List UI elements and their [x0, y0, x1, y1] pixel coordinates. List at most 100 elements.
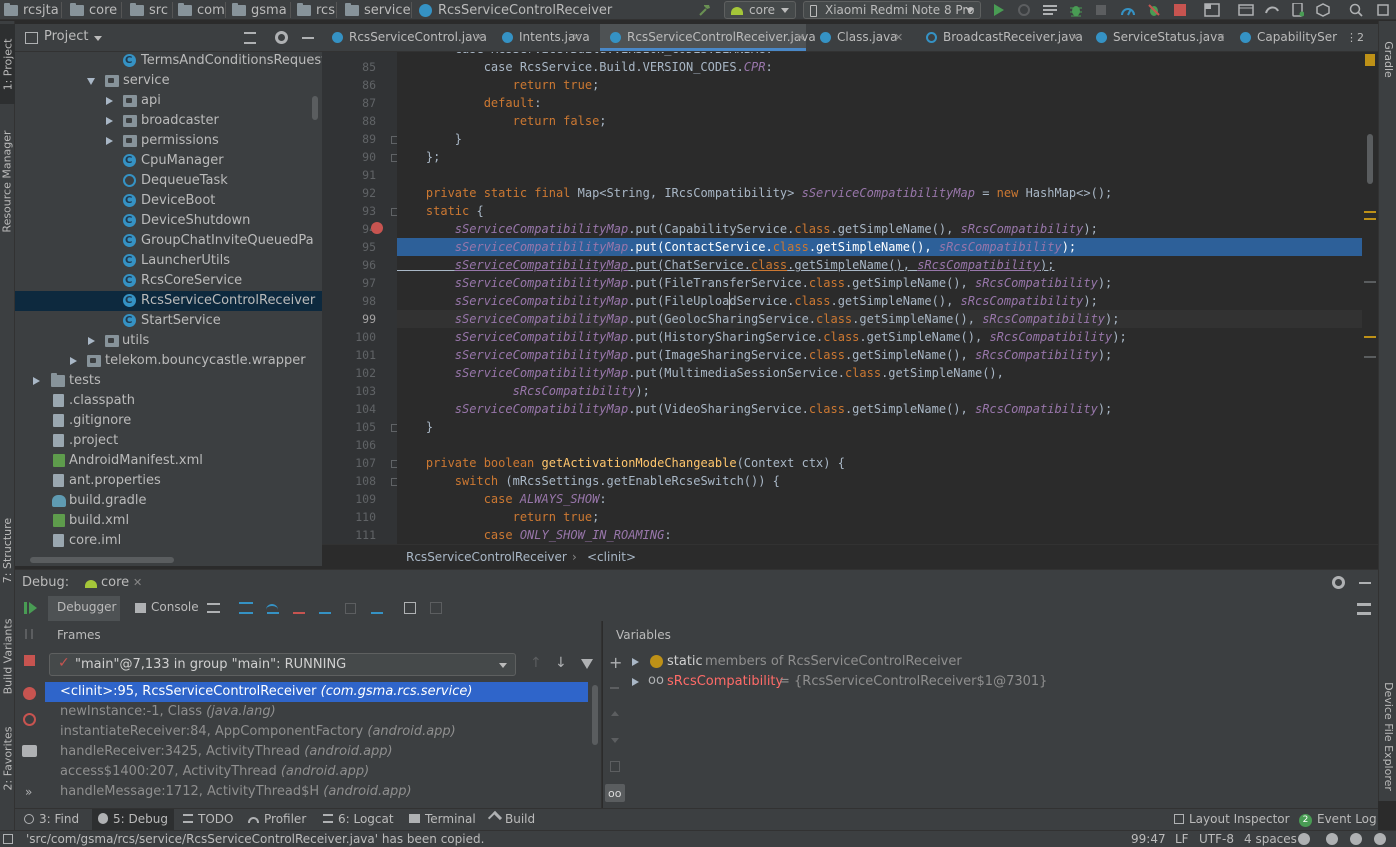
attach-debugger-icon[interactable] — [1092, 0, 1110, 20]
hidden-tabs-button[interactable]: ⋮2 — [1346, 24, 1378, 51]
step-out-icon[interactable] — [319, 602, 331, 614]
stop-icon[interactable] — [24, 655, 35, 666]
resume-icon[interactable] — [24, 602, 27, 614]
tab-rcsservicecontrol[interactable]: RcsServiceControl.java ✕ — [322, 24, 492, 51]
tree-item[interactable]: telekom.bouncycastle.wrapper — [15, 351, 322, 371]
gear-icon[interactable] — [1332, 576, 1345, 589]
tab-gradle[interactable]: Gradle — [1379, 29, 1396, 89]
tab-terminal[interactable]: Terminal — [409, 809, 476, 830]
gear-icon[interactable] — [275, 31, 288, 44]
tree-item[interactable]: service — [15, 71, 322, 91]
tree-item[interactable]: build.xml — [15, 511, 322, 531]
tab-rcsservicecontrolreceiver[interactable]: RcsServiceControlReceiver.java ✕ — [600, 24, 816, 51]
thread-select[interactable]: ✓ "main"@7,133 in group "main": RUNNING — [49, 653, 516, 676]
tab-profiler[interactable]: Profiler — [248, 809, 306, 830]
breadcrumb-class[interactable]: RcsServiceControlReceiver — [419, 0, 612, 20]
breadcrumb-rcs[interactable]: rcs — [297, 0, 335, 20]
frame-row[interactable]: instantiateReceiver:84, AppComponentFact… — [45, 722, 588, 742]
line-separator[interactable]: LF — [1175, 831, 1189, 847]
chevron-right-icon[interactable] — [106, 117, 113, 125]
more-icon[interactable]: » — [25, 785, 32, 799]
hammer-build-icon[interactable] — [695, 0, 715, 20]
breadcrumb-class[interactable]: RcsServiceControlReceiver — [406, 545, 567, 569]
tree-item[interactable]: build.gradle — [15, 491, 322, 511]
tree-item[interactable]: CpuManager — [15, 151, 322, 171]
tree-item[interactable]: GroupChatInviteQueuedPa — [15, 231, 322, 251]
face-icon[interactable] — [1350, 833, 1362, 845]
close-icon[interactable]: ✕ — [572, 24, 581, 51]
step-into-icon[interactable] — [267, 602, 279, 614]
chevron-right-icon[interactable] — [33, 377, 40, 385]
notifications-icon[interactable] — [1374, 833, 1386, 845]
chevron-right-icon[interactable] — [632, 678, 639, 686]
face-icon[interactable] — [1326, 833, 1338, 845]
apply-code-changes-icon[interactable] — [1041, 0, 1059, 20]
smiley-icon[interactable] — [1298, 833, 1310, 845]
copy-icon[interactable] — [610, 761, 620, 772]
sync-gradle-icon[interactable] — [1263, 0, 1281, 20]
tree-item[interactable]: DequeueTask — [15, 171, 322, 191]
breadcrumb-core[interactable]: core — [70, 0, 117, 20]
breadcrumb-service[interactable]: service — [345, 0, 411, 20]
close-icon[interactable]: ✕ — [133, 576, 142, 589]
camera-icon[interactable] — [22, 745, 37, 757]
trace-icon[interactable] — [430, 602, 442, 614]
chevron-right-icon[interactable] — [70, 357, 77, 365]
git-icon[interactable] — [1374, 0, 1392, 20]
tab-event-log[interactable]: 2 Event Log — [1299, 809, 1377, 830]
tab-project[interactable]: 1: Project — [0, 24, 15, 104]
apply-changes-icon[interactable] — [1015, 0, 1033, 20]
editor-marker-bar[interactable] — [1362, 52, 1378, 544]
tree-item[interactable]: .classpath — [15, 391, 322, 411]
frame-row[interactable]: access$1400:207, ActivityThread (android… — [45, 762, 588, 782]
tab-find[interactable]: 3: Find — [24, 809, 79, 830]
tab-layout-inspector[interactable]: Layout Inspector — [1174, 809, 1290, 830]
arrow-down-icon[interactable]: ↓ — [555, 655, 567, 671]
device-select[interactable]: Xiaomi Redmi Note 8 Pro — [803, 1, 981, 19]
tree-item[interactable]: DeviceShutdown — [15, 211, 322, 231]
tab-servicestatus[interactable]: ServiceStatus.java ✕ — [1086, 24, 1232, 51]
chevron-down-icon[interactable] — [87, 78, 95, 85]
layout-inspector-toolbar-icon[interactable] — [1314, 0, 1332, 20]
chevron-right-icon[interactable] — [106, 137, 113, 145]
frame-row[interactable]: newInstance:-1, Class (java.lang) — [45, 702, 588, 722]
move-down-icon[interactable] — [611, 738, 619, 743]
toggle-tool-windows-icon[interactable] — [3, 834, 13, 844]
vertical-scrollbar[interactable] — [592, 685, 598, 745]
tab-todo[interactable]: TODO — [183, 809, 233, 830]
tree-item[interactable]: .project — [15, 431, 322, 451]
tab-favorites[interactable]: 2: Favorites — [0, 716, 15, 801]
chevron-right-icon[interactable] — [88, 337, 95, 345]
tree-item[interactable]: api — [15, 91, 322, 111]
tree-item[interactable]: LauncherUtils — [15, 251, 322, 271]
tab-broadcastreceiver[interactable]: BroadcastReceiver.java ✕ — [916, 24, 1084, 51]
tab-logcat[interactable]: 6: Logcat — [323, 809, 394, 830]
breadcrumb-com[interactable]: com — [178, 0, 225, 20]
project-structure-icon[interactable] — [1203, 0, 1221, 20]
debug-attach-icon[interactable] — [1145, 0, 1163, 20]
breakpoint-icon[interactable] — [371, 222, 383, 234]
tab-debug[interactable]: 5: Debug — [92, 809, 174, 830]
tree-item[interactable]: permissions — [15, 131, 322, 151]
tree-item[interactable]: tests — [15, 371, 322, 391]
tree-item[interactable]: broadcaster — [15, 111, 322, 131]
frame-row[interactable]: <clinit>:95, RcsServiceControlReceiver (… — [45, 682, 588, 702]
vertical-scrollbar[interactable] — [312, 96, 318, 120]
breadcrumb-project[interactable]: rcsjta — [4, 0, 59, 20]
evaluate-expression-icon[interactable] — [404, 602, 416, 614]
run-config-select[interactable]: core — [724, 1, 796, 19]
editor-gutter[interactable]: 85 86 87 88 89 90 91 92 93 94 95 96 97 98 99 100 101 102 1… — [322, 52, 399, 560]
search-icon[interactable] — [1347, 0, 1365, 20]
vertical-scrollbar[interactable] — [1367, 134, 1373, 184]
tab-capabilityservice[interactable]: CapabilitySer — [1230, 24, 1342, 51]
close-icon[interactable]: ✕ — [796, 24, 805, 51]
tab-intents[interactable]: Intents.java ✕ — [492, 24, 590, 51]
tab-device-file-explorer[interactable]: Device File Explorer — [1379, 671, 1396, 801]
tab-build[interactable]: Build — [487, 809, 535, 830]
close-icon[interactable]: ✕ — [1216, 24, 1225, 51]
file-encoding[interactable]: UTF-8 — [1199, 831, 1234, 847]
code-editor[interactable]: case RcsService.Build.VERSION_CODES.BEAN… — [397, 52, 1378, 544]
tree-item[interactable]: core.iml — [15, 531, 322, 551]
tree-item[interactable]: AndroidManifest.xml — [15, 451, 322, 471]
arrow-up-icon[interactable]: ↑ — [530, 655, 542, 671]
